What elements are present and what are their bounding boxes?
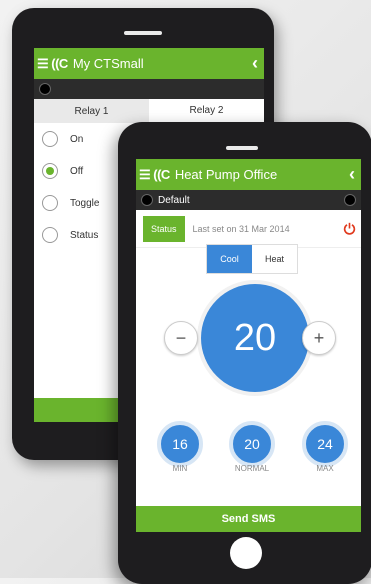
radio-unchecked-icon[interactable] bbox=[42, 195, 58, 211]
front-phone: ☰ ((C Heat Pump Office ‹ Default Status … bbox=[118, 122, 371, 584]
mode-cool-button[interactable]: Cool bbox=[207, 245, 252, 273]
app-title-bar: ☰ ((C Heat Pump Office ‹ bbox=[136, 159, 361, 190]
preset-min-button[interactable]: 16 bbox=[157, 421, 203, 467]
mode-heat-button[interactable]: Heat bbox=[252, 245, 297, 273]
speaker-grille bbox=[226, 146, 258, 150]
radio-unchecked-icon[interactable] bbox=[42, 227, 58, 243]
option-label: On bbox=[70, 133, 84, 145]
speaker-grille bbox=[124, 31, 162, 35]
app-title: Heat Pump Office bbox=[174, 167, 278, 182]
profile-name: Default bbox=[158, 194, 190, 206]
menu-logo-icon[interactable]: ☰ ((C bbox=[37, 56, 68, 72]
increase-temperature-button[interactable]: + bbox=[302, 321, 336, 355]
preset-normal-label: NORMAL bbox=[234, 464, 270, 473]
profile-icon[interactable] bbox=[141, 194, 153, 206]
app-title-bar: ☰ ((C My CTSmall ‹ bbox=[34, 48, 264, 79]
menu-logo-icon[interactable]: ☰ ((C bbox=[139, 167, 170, 183]
back-chevron-icon[interactable]: ‹ bbox=[349, 164, 355, 185]
status-button[interactable]: Status bbox=[143, 215, 185, 242]
relay-tabs: Relay 1 Relay 2 bbox=[34, 99, 264, 123]
device-icon[interactable] bbox=[39, 83, 51, 95]
option-label: Status bbox=[70, 229, 99, 241]
preset-max-button[interactable]: 24 bbox=[302, 421, 348, 467]
option-label: Off bbox=[70, 165, 84, 177]
tab-relay-2[interactable]: Relay 2 bbox=[149, 99, 264, 123]
power-icon[interactable] bbox=[343, 222, 356, 235]
profile-bar bbox=[34, 79, 264, 99]
tab-relay-1[interactable]: Relay 1 bbox=[34, 99, 149, 123]
app-title: My CTSmall bbox=[72, 56, 144, 71]
decrease-temperature-button[interactable]: − bbox=[164, 321, 198, 355]
radio-unchecked-icon[interactable] bbox=[42, 131, 58, 147]
status-row: Status Last set on 31 Mar 2014 bbox=[136, 210, 361, 248]
send-sms-button[interactable]: Send SMS bbox=[136, 506, 361, 532]
preset-normal-button[interactable]: 20 bbox=[229, 421, 275, 467]
option-label: Toggle bbox=[70, 197, 100, 209]
front-phone-screen: ☰ ((C Heat Pump Office ‹ Default Status … bbox=[136, 159, 361, 532]
back-chevron-icon[interactable]: ‹ bbox=[252, 53, 258, 74]
profile-bar: Default bbox=[136, 190, 361, 210]
preset-max-label: MAX bbox=[316, 464, 334, 473]
device-icon[interactable] bbox=[344, 194, 356, 206]
mode-toggle: Cool Heat bbox=[206, 244, 298, 274]
home-button[interactable] bbox=[230, 537, 262, 569]
last-set-text: Last set on 31 Mar 2014 bbox=[192, 223, 290, 234]
radio-checked-icon[interactable] bbox=[42, 163, 58, 179]
temperature-dial[interactable]: 20 bbox=[201, 284, 309, 392]
preset-min-label: MIN bbox=[172, 464, 188, 473]
